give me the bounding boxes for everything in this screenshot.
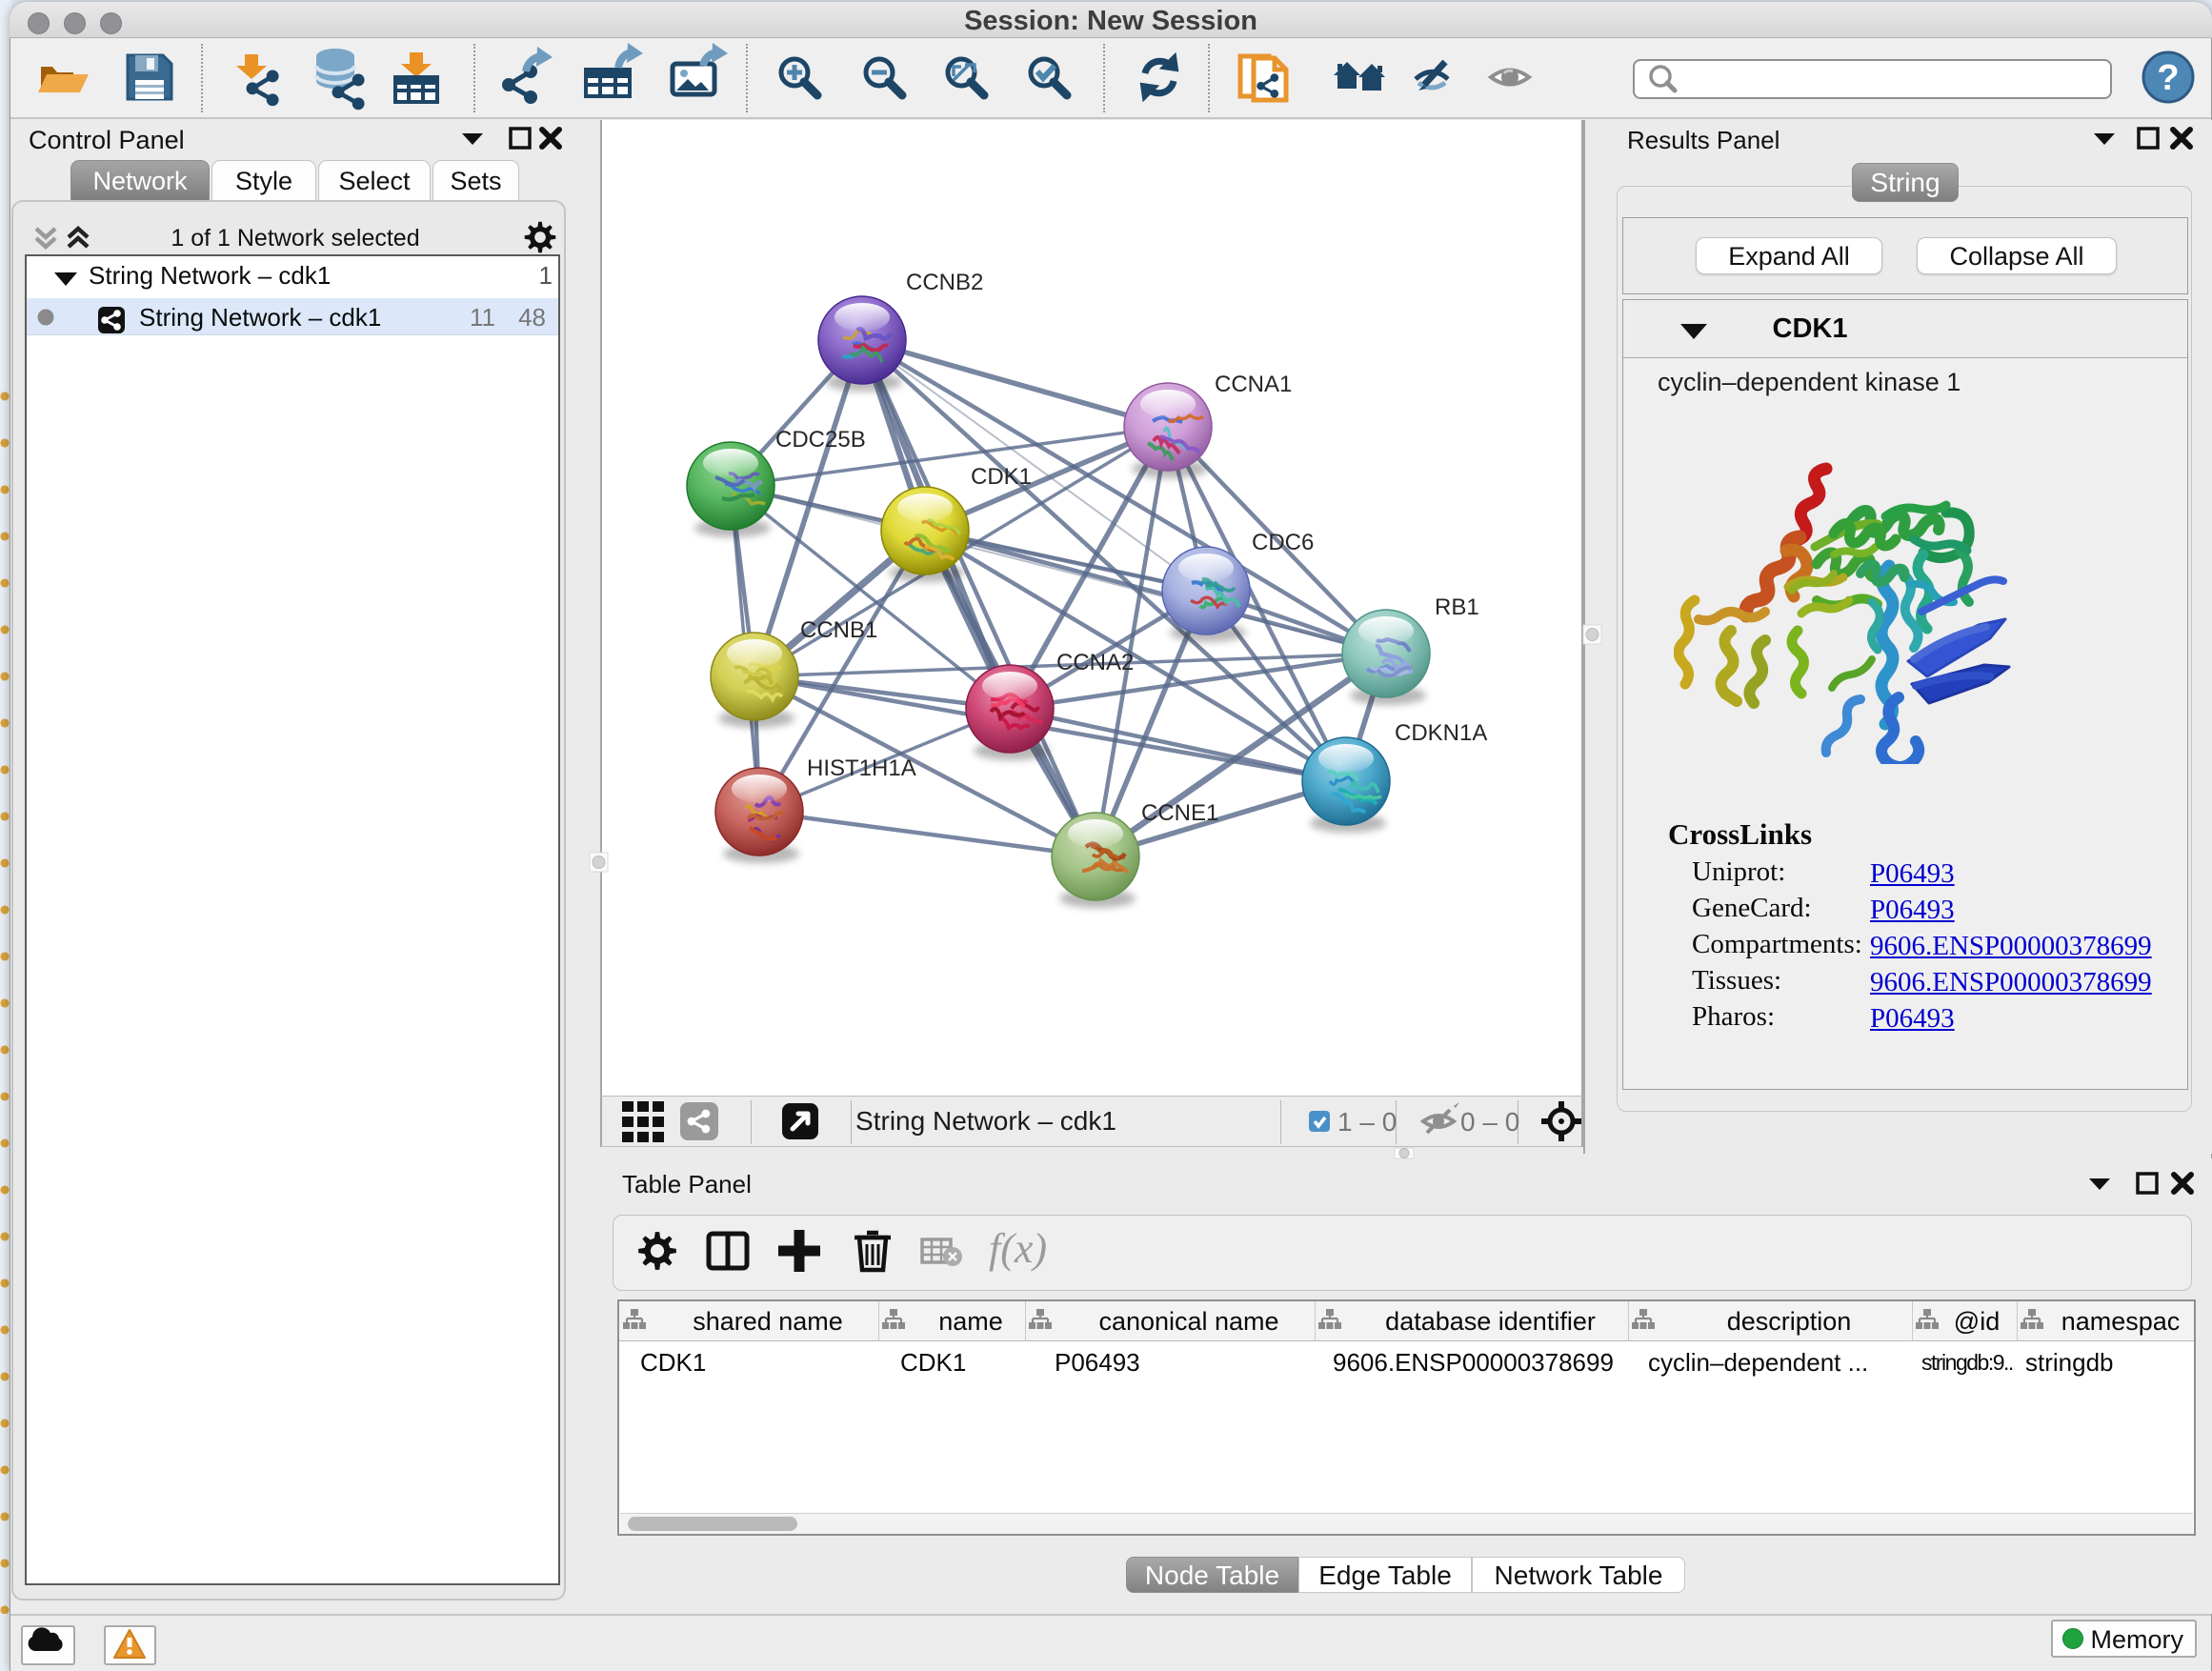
- svg-text:CCNB2: CCNB2: [906, 270, 983, 295]
- svg-text:CDKN1A: CDKN1A: [1395, 720, 1487, 746]
- svg-text:CCNA2: CCNA2: [1056, 650, 1134, 675]
- svg-text:CDC6: CDC6: [1252, 530, 1314, 555]
- svg-text:RB1: RB1: [1435, 594, 1479, 620]
- svg-text:CCNE1: CCNE1: [1141, 800, 1218, 826]
- svg-text:HIST1H1A: HIST1H1A: [807, 755, 916, 781]
- svg-text:CDK1: CDK1: [971, 464, 1032, 490]
- svg-text:CCNB1: CCNB1: [800, 617, 877, 643]
- svg-text:CDC25B: CDC25B: [775, 427, 866, 453]
- svg-text:CCNA1: CCNA1: [1215, 372, 1292, 397]
- svg-text:?: ?: [2157, 58, 2179, 98]
